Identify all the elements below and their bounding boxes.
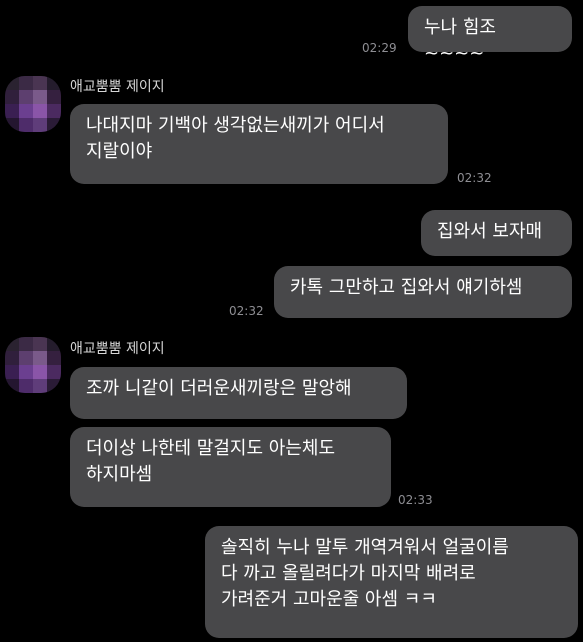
sent-message-bubble[interactable]: 솔직히 누나 말투 개역겨워서 얼굴이름 다 까고 올릴려다가 마지막 배려로 … [205, 526, 578, 638]
sender-name: 애교뿜뿜 제이지 [70, 79, 165, 95]
message-timestamp: 02:29 [362, 41, 397, 55]
received-message-bubble[interactable]: 나대지마 기백아 생각없는새끼가 어디서 지랄이야 [70, 104, 448, 184]
received-message-bubble[interactable]: 조까 니같이 더러운새끼랑은 말앙해 [70, 367, 407, 419]
sent-message-bubble[interactable]: 누나 힘조~~~~ [408, 6, 572, 64]
message-timestamp: 02:32 [229, 304, 264, 318]
sent-message-bubble[interactable]: 카톡 그만하고 집와서 얘기하셈 [274, 266, 572, 318]
received-message-bubble[interactable]: 더이상 나한테 말걸지도 아는체도 하지마셈 [70, 427, 391, 507]
pixelated-profile-image [5, 76, 61, 132]
sender-name: 애교뿜뿜 제이지 [70, 341, 165, 357]
message-timestamp: 02:33 [398, 493, 433, 507]
chat-screen: { "colors": { "background": "#000000", "… [0, 0, 583, 642]
message-timestamp: 02:32 [457, 171, 492, 185]
pixelated-profile-image [5, 337, 61, 393]
avatar[interactable] [5, 337, 61, 393]
sent-message-bubble[interactable]: 집와서 보자매 [421, 210, 572, 256]
avatar[interactable] [5, 76, 61, 132]
